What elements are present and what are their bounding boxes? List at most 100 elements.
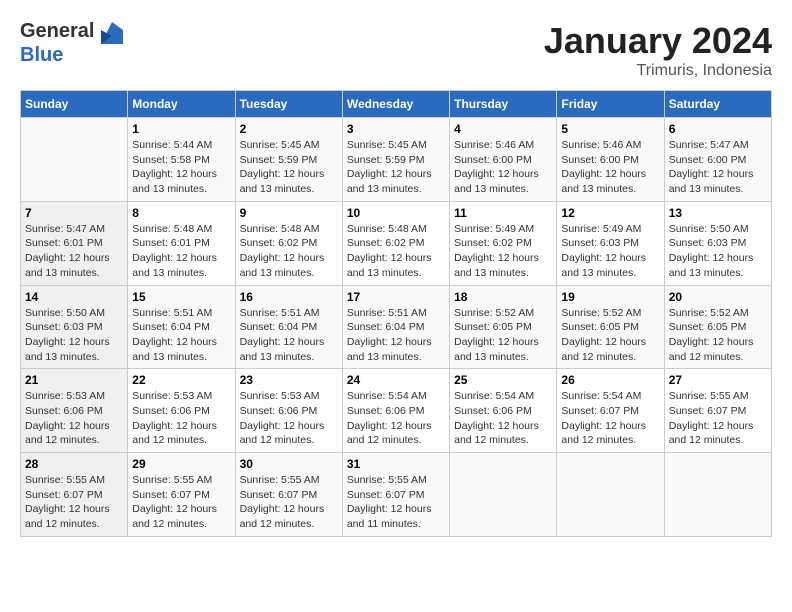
calendar-cell: 3 Sunrise: 5:45 AMSunset: 5:59 PMDaylight… xyxy=(342,118,449,202)
calendar-cell: 19 Sunrise: 5:52 AMSunset: 6:05 PMDayligh… xyxy=(557,285,664,369)
day-number: 30 xyxy=(240,457,338,471)
calendar-cell: 13 Sunrise: 5:50 AMSunset: 6:03 PMDayligh… xyxy=(664,201,771,285)
day-number: 3 xyxy=(347,122,445,136)
day-detail: Sunrise: 5:53 AMSunset: 6:06 PMDaylight:… xyxy=(240,389,338,448)
calendar-cell: 28Sunrise: 5:55 AMSunset: 6:07 PMDayligh… xyxy=(21,453,128,537)
calendar-week-row: 14 Sunrise: 5:50 AMSunset: 6:03 PMDayligh… xyxy=(21,285,772,369)
calendar-cell: 1 Sunrise: 5:44 AMSunset: 5:58 PMDaylight… xyxy=(128,118,235,202)
logo-text: General Blue xyxy=(20,20,125,67)
day-detail: Sunrise: 5:46 AMSunset: 6:00 PMDaylight:… xyxy=(561,138,659,197)
day-detail: Sunrise: 5:52 AMSunset: 6:05 PMDaylight:… xyxy=(561,306,659,365)
day-detail: Sunrise: 5:49 AMSunset: 6:02 PMDaylight:… xyxy=(454,222,552,281)
calendar-cell: 25 Sunrise: 5:54 AMSunset: 6:06 PMDayligh… xyxy=(450,369,557,453)
calendar-cell: 5Sunrise: 5:46 AMSunset: 6:00 PMDaylight… xyxy=(557,118,664,202)
day-detail: Sunrise: 5:53 AMSunset: 6:06 PMDaylight:… xyxy=(25,389,123,448)
day-detail: Sunrise: 5:50 AMSunset: 6:03 PMDaylight:… xyxy=(669,222,767,281)
day-number: 13 xyxy=(669,206,767,220)
column-header-saturday: Saturday xyxy=(664,91,771,118)
logo-general: General xyxy=(20,20,94,42)
day-detail: Sunrise: 5:55 AMSunset: 6:07 PMDaylight:… xyxy=(240,473,338,532)
calendar-cell: 22Sunrise: 5:53 AMSunset: 6:06 PMDayligh… xyxy=(128,369,235,453)
column-header-monday: Monday xyxy=(128,91,235,118)
day-detail: Sunrise: 5:46 AMSunset: 6:00 PMDaylight:… xyxy=(454,138,552,197)
day-detail: Sunrise: 5:55 AMSunset: 6:07 PMDaylight:… xyxy=(669,389,767,448)
title-block: January 2024 Trimuris, Indonesia xyxy=(544,20,772,80)
day-detail: Sunrise: 5:51 AMSunset: 6:04 PMDaylight:… xyxy=(240,306,338,365)
calendar-table: SundayMondayTuesdayWednesdayThursdayFrid… xyxy=(20,90,772,537)
calendar-cell: 31Sunrise: 5:55 AMSunset: 6:07 PMDayligh… xyxy=(342,453,449,537)
day-number: 6 xyxy=(669,122,767,136)
calendar-cell: 14 Sunrise: 5:50 AMSunset: 6:03 PMDayligh… xyxy=(21,285,128,369)
day-detail: Sunrise: 5:47 AMSunset: 6:01 PMDaylight:… xyxy=(25,222,123,281)
calendar-week-row: 1 Sunrise: 5:44 AMSunset: 5:58 PMDaylight… xyxy=(21,118,772,202)
calendar-cell: 8 Sunrise: 5:48 AMSunset: 6:01 PMDaylight… xyxy=(128,201,235,285)
day-number: 12 xyxy=(561,206,659,220)
calendar-week-row: 21 Sunrise: 5:53 AMSunset: 6:06 PMDayligh… xyxy=(21,369,772,453)
column-header-sunday: Sunday xyxy=(21,91,128,118)
day-detail: Sunrise: 5:54 AMSunset: 6:07 PMDaylight:… xyxy=(561,389,659,448)
calendar-cell: 10Sunrise: 5:48 AMSunset: 6:02 PMDayligh… xyxy=(342,201,449,285)
column-header-wednesday: Wednesday xyxy=(342,91,449,118)
calendar-cell: 9 Sunrise: 5:48 AMSunset: 6:02 PMDaylight… xyxy=(235,201,342,285)
day-number: 7 xyxy=(25,206,123,220)
day-number: 21 xyxy=(25,373,123,387)
day-detail: Sunrise: 5:49 AMSunset: 6:03 PMDaylight:… xyxy=(561,222,659,281)
calendar-cell xyxy=(21,118,128,202)
day-detail: Sunrise: 5:45 AMSunset: 5:59 PMDaylight:… xyxy=(240,138,338,197)
calendar-cell: 17 Sunrise: 5:51 AMSunset: 6:04 PMDayligh… xyxy=(342,285,449,369)
day-detail: Sunrise: 5:50 AMSunset: 6:03 PMDaylight:… xyxy=(25,306,123,365)
day-detail: Sunrise: 5:52 AMSunset: 6:05 PMDaylight:… xyxy=(454,306,552,365)
calendar-week-row: 7 Sunrise: 5:47 AMSunset: 6:01 PMDaylight… xyxy=(21,201,772,285)
day-detail: Sunrise: 5:48 AMSunset: 6:01 PMDaylight:… xyxy=(132,222,230,281)
column-header-thursday: Thursday xyxy=(450,91,557,118)
day-detail: Sunrise: 5:54 AMSunset: 6:06 PMDaylight:… xyxy=(454,389,552,448)
logo: General Blue xyxy=(20,20,125,67)
calendar-cell: 20 Sunrise: 5:52 AMSunset: 6:05 PMDayligh… xyxy=(664,285,771,369)
day-detail: Sunrise: 5:44 AMSunset: 5:58 PMDaylight:… xyxy=(132,138,230,197)
day-detail: Sunrise: 5:48 AMSunset: 6:02 PMDaylight:… xyxy=(240,222,338,281)
calendar-cell: 18 Sunrise: 5:52 AMSunset: 6:05 PMDayligh… xyxy=(450,285,557,369)
day-number: 15 xyxy=(132,290,230,304)
day-number: 29 xyxy=(132,457,230,471)
calendar-cell: 30 Sunrise: 5:55 AMSunset: 6:07 PMDayligh… xyxy=(235,453,342,537)
day-detail: Sunrise: 5:54 AMSunset: 6:06 PMDaylight:… xyxy=(347,389,445,448)
day-number: 26 xyxy=(561,373,659,387)
day-number: 9 xyxy=(240,206,338,220)
day-number: 14 xyxy=(25,290,123,304)
calendar-cell: 11 Sunrise: 5:49 AMSunset: 6:02 PMDayligh… xyxy=(450,201,557,285)
day-number: 11 xyxy=(454,206,552,220)
day-number: 4 xyxy=(454,122,552,136)
column-header-friday: Friday xyxy=(557,91,664,118)
day-number: 17 xyxy=(347,290,445,304)
day-number: 24 xyxy=(347,373,445,387)
day-number: 27 xyxy=(669,373,767,387)
day-number: 31 xyxy=(347,457,445,471)
day-number: 20 xyxy=(669,290,767,304)
logo-icon xyxy=(101,22,123,44)
calendar-cell xyxy=(664,453,771,537)
day-detail: Sunrise: 5:51 AMSunset: 6:04 PMDaylight:… xyxy=(132,306,230,365)
day-detail: Sunrise: 5:53 AMSunset: 6:06 PMDaylight:… xyxy=(132,389,230,448)
day-number: 25 xyxy=(454,373,552,387)
day-number: 8 xyxy=(132,206,230,220)
day-detail: Sunrise: 5:47 AMSunset: 6:00 PMDaylight:… xyxy=(669,138,767,197)
calendar-cell: 2Sunrise: 5:45 AMSunset: 5:59 PMDaylight… xyxy=(235,118,342,202)
calendar-cell: 24 Sunrise: 5:54 AMSunset: 6:06 PMDayligh… xyxy=(342,369,449,453)
calendar-header-row: SundayMondayTuesdayWednesdayThursdayFrid… xyxy=(21,91,772,118)
day-detail: Sunrise: 5:45 AMSunset: 5:59 PMDaylight:… xyxy=(347,138,445,197)
column-header-tuesday: Tuesday xyxy=(235,91,342,118)
calendar-cell: 21 Sunrise: 5:53 AMSunset: 6:06 PMDayligh… xyxy=(21,369,128,453)
calendar-cell: 16Sunrise: 5:51 AMSunset: 6:04 PMDayligh… xyxy=(235,285,342,369)
calendar-cell: 7 Sunrise: 5:47 AMSunset: 6:01 PMDaylight… xyxy=(21,201,128,285)
calendar-cell xyxy=(450,453,557,537)
day-detail: Sunrise: 5:51 AMSunset: 6:04 PMDaylight:… xyxy=(347,306,445,365)
day-number: 19 xyxy=(561,290,659,304)
day-number: 1 xyxy=(132,122,230,136)
day-number: 18 xyxy=(454,290,552,304)
calendar-cell xyxy=(557,453,664,537)
month-title: January 2024 xyxy=(544,20,772,62)
calendar-cell: 27 Sunrise: 5:55 AMSunset: 6:07 PMDayligh… xyxy=(664,369,771,453)
logo-blue: Blue xyxy=(20,44,63,66)
calendar-cell: 4 Sunrise: 5:46 AMSunset: 6:00 PMDaylight… xyxy=(450,118,557,202)
day-detail: Sunrise: 5:52 AMSunset: 6:05 PMDaylight:… xyxy=(669,306,767,365)
